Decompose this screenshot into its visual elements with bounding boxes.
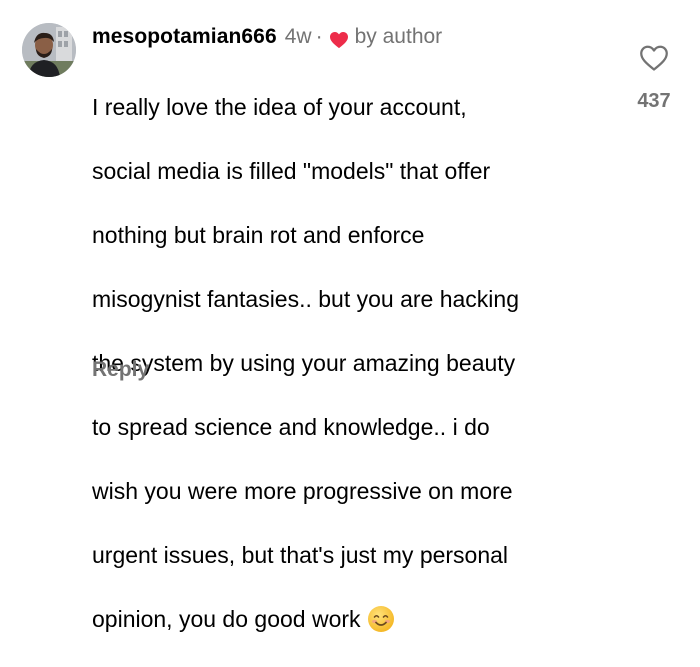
avatar[interactable] [22,23,76,77]
comment-text-line: to spread science and knowledge.. i do [92,414,490,440]
comment-header: mesopotamian666 4w · by author [92,23,442,51]
comment-text: I really love the idea of your account, … [92,59,622,667]
comment-text-line-last: opinion, you do good work [92,603,622,635]
comment-text-last-fragment: opinion, you do good work [92,606,361,632]
comment-text-line: social media is filled "models" that off… [92,158,491,184]
avatar-image [22,23,76,77]
like-area: 437 [626,44,682,113]
comment-text-line: urgent issues, but that's just my person… [92,542,509,568]
comment-text-line: nothing but brain rot and enforce [92,222,425,248]
reply-button[interactable]: Reply [92,356,149,384]
like-count: 437 [637,90,671,112]
comment-text-line: misogynist fantasies.. but you are hacki… [92,286,520,312]
comment-text-line: wish you were more progressive on more [92,478,513,504]
author-badge: by author [354,25,443,48]
comment: mesopotamian666 4w · by author I really … [0,0,700,632]
separator: · [315,25,323,48]
comment-text-line: the system by using your amazing beauty [92,350,516,376]
smiling-face-emoji-icon [367,605,395,633]
heart-outline-icon[interactable] [639,44,669,72]
comment-text-line: I really love the idea of your account, [92,94,467,120]
username[interactable]: mesopotamian666 [92,23,277,51]
timestamp: 4w [284,25,312,48]
heart-filled-icon [329,29,349,49]
